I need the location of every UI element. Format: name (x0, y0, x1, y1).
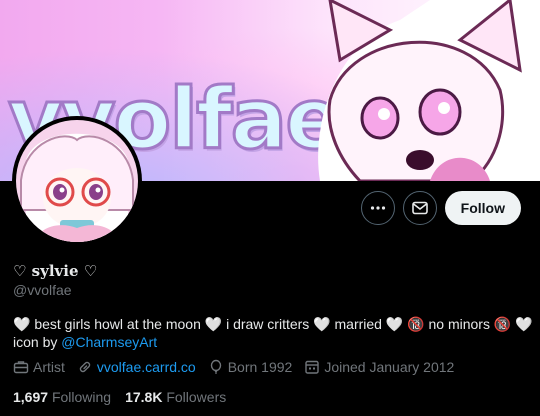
followers-link[interactable]: 17.8K Followers (125, 389, 226, 405)
profile-avatar[interactable] (12, 116, 142, 246)
profile-meta: Artist vvolfae.carrd.co Born 1992 Joined… (13, 359, 466, 375)
user-handle: @vvolfae (13, 282, 72, 298)
banner-wolf-illustration (318, 0, 540, 181)
following-count: 1,697 (13, 389, 49, 405)
meta-joined: Joined January 2012 (304, 359, 454, 375)
follow-button[interactable]: Follow (444, 191, 521, 225)
joined-label: Joined January 2012 (324, 359, 455, 375)
more-horizontal-icon (370, 206, 385, 210)
meta-website: vvolfae.carrd.co (77, 359, 196, 375)
category-label: Artist (33, 359, 65, 375)
avatar-image (16, 120, 138, 242)
following-link[interactable]: 1,697 Following (13, 389, 111, 405)
website-link[interactable]: vvolfae.carrd.co (97, 359, 196, 375)
briefcase-icon (13, 361, 29, 374)
message-button[interactable] (402, 191, 437, 225)
calendar-icon (305, 360, 320, 374)
profile-bio: 🤍 best girls howl at the moon 🤍 i draw c… (13, 315, 533, 351)
envelope-icon (411, 201, 428, 215)
birth-label: Born 1992 (227, 359, 293, 375)
followers-count: 17.8K (125, 389, 163, 405)
balloon-icon (210, 359, 221, 374)
profile-actions: Follow (360, 191, 521, 225)
link-icon (79, 361, 91, 373)
meta-category: Artist (13, 359, 65, 375)
more-button[interactable] (360, 191, 395, 225)
followers-label: Followers (166, 389, 227, 405)
following-label: Following (51, 389, 112, 405)
bio-mention-link[interactable]: @CharmseyArt (61, 334, 157, 350)
profile-stats: 1,697 Following 17.8K Followers (13, 389, 240, 405)
display-name: ♡ sylvie ♡ (13, 262, 98, 280)
meta-birth: Born 1992 (208, 359, 293, 375)
